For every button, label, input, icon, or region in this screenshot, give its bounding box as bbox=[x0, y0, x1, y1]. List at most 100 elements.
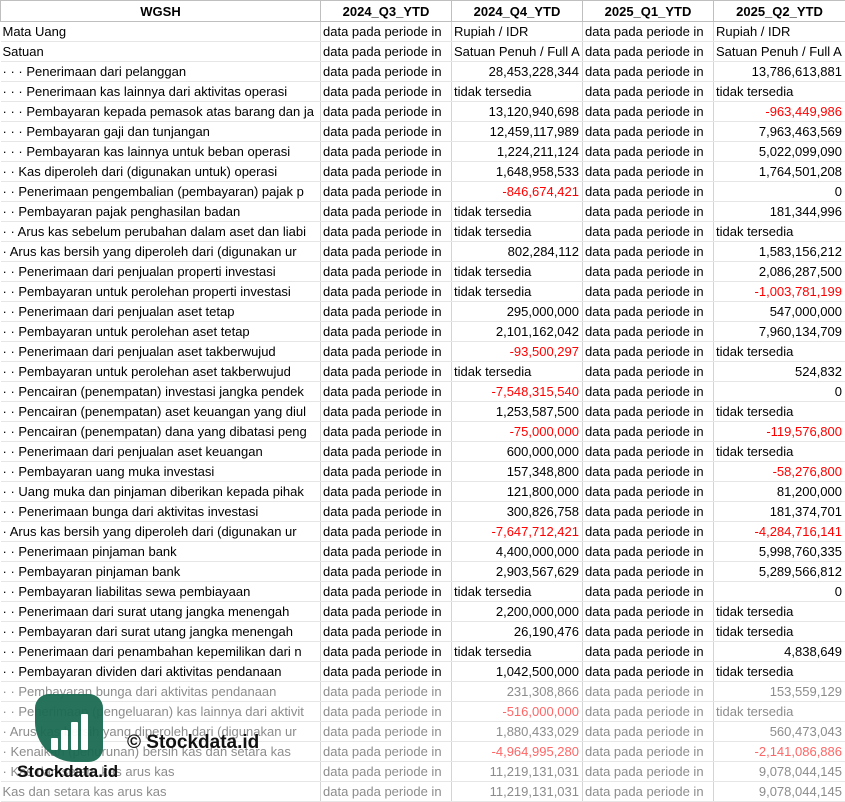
value-cell[interactable]: 2,086,287,500 bbox=[714, 262, 845, 282]
value-cell[interactable]: data pada periode in bbox=[583, 42, 714, 62]
value-cell[interactable]: data pada periode in bbox=[583, 622, 714, 642]
value-cell[interactable]: data pada periode in bbox=[583, 62, 714, 82]
value-cell[interactable]: Satuan Penuh / Full A bbox=[714, 42, 845, 62]
value-cell[interactable]: data pada periode in bbox=[321, 402, 452, 422]
value-cell[interactable]: data pada periode in bbox=[583, 642, 714, 662]
value-cell[interactable]: 9,078,044,145 bbox=[714, 782, 845, 802]
row-label-cell[interactable]: · · Pembayaran pajak penghasilan badan bbox=[1, 202, 321, 222]
value-cell[interactable]: data pada periode in bbox=[583, 542, 714, 562]
value-cell[interactable]: tidak tersedia bbox=[714, 662, 845, 682]
row-label-cell[interactable]: · · Penerimaan dari penjualan aset takbe… bbox=[1, 342, 321, 362]
value-cell[interactable]: data pada periode in bbox=[583, 762, 714, 782]
value-cell[interactable]: data pada periode in bbox=[583, 422, 714, 442]
value-cell[interactable]: tidak tersedia bbox=[714, 342, 845, 362]
value-cell[interactable]: data pada periode in bbox=[321, 742, 452, 762]
value-cell[interactable]: data pada periode in bbox=[583, 322, 714, 342]
row-label-cell[interactable]: · · Penerimaan bunga dari aktivitas inve… bbox=[1, 502, 321, 522]
value-cell[interactable]: data pada periode in bbox=[583, 362, 714, 382]
value-cell[interactable]: data pada periode in bbox=[321, 722, 452, 742]
value-cell[interactable]: 81,200,000 bbox=[714, 482, 845, 502]
row-label-cell[interactable]: · · · Pembayaran gaji dan tunjangan bbox=[1, 122, 321, 142]
value-cell[interactable]: tidak tersedia bbox=[452, 262, 583, 282]
value-cell[interactable]: tidak tersedia bbox=[452, 642, 583, 662]
value-cell[interactable]: data pada periode in bbox=[321, 642, 452, 662]
value-cell[interactable]: data pada periode in bbox=[321, 262, 452, 282]
value-cell[interactable]: data pada periode in bbox=[321, 122, 452, 142]
value-cell[interactable]: data pada periode in bbox=[321, 242, 452, 262]
value-cell[interactable]: data pada periode in bbox=[583, 502, 714, 522]
value-cell[interactable]: data pada periode in bbox=[321, 762, 452, 782]
row-label-cell[interactable]: · · Pencairan (penempatan) investasi jan… bbox=[1, 382, 321, 402]
value-cell[interactable]: data pada periode in bbox=[321, 682, 452, 702]
value-cell[interactable]: data pada periode in bbox=[321, 782, 452, 802]
value-cell[interactable]: tidak tersedia bbox=[714, 602, 845, 622]
value-cell[interactable]: 5,998,760,335 bbox=[714, 542, 845, 562]
value-cell[interactable]: Rupiah / IDR bbox=[714, 22, 845, 42]
value-cell[interactable]: data pada periode in bbox=[583, 442, 714, 462]
value-cell[interactable]: data pada periode in bbox=[321, 562, 452, 582]
value-cell[interactable]: Rupiah / IDR bbox=[452, 22, 583, 42]
value-cell[interactable]: data pada periode in bbox=[583, 262, 714, 282]
value-cell[interactable]: tidak tersedia bbox=[452, 222, 583, 242]
value-cell[interactable]: tidak tersedia bbox=[452, 202, 583, 222]
row-label-cell[interactable]: · Kas dan setara kas arus kas bbox=[1, 762, 321, 782]
value-cell[interactable]: data pada periode in bbox=[583, 102, 714, 122]
value-cell[interactable]: 9,078,044,145 bbox=[714, 762, 845, 782]
value-cell[interactable]: tidak tersedia bbox=[452, 582, 583, 602]
value-cell[interactable]: data pada periode in bbox=[583, 702, 714, 722]
row-label-cell[interactable]: · · Pembayaran liabilitas sewa pembiayaa… bbox=[1, 582, 321, 602]
row-label-cell[interactable]: · · Pembayaran untuk perolehan properti … bbox=[1, 282, 321, 302]
row-label-cell[interactable]: · · Pembayaran pinjaman bank bbox=[1, 562, 321, 582]
value-cell[interactable]: 4,400,000,000 bbox=[452, 542, 583, 562]
value-cell[interactable]: 0 bbox=[714, 182, 845, 202]
value-cell[interactable]: data pada periode in bbox=[321, 382, 452, 402]
value-cell[interactable]: data pada periode in bbox=[321, 582, 452, 602]
value-cell[interactable]: 181,344,996 bbox=[714, 202, 845, 222]
value-cell[interactable]: 1,224,211,124 bbox=[452, 142, 583, 162]
value-cell[interactable]: data pada periode in bbox=[321, 62, 452, 82]
value-cell[interactable]: data pada periode in bbox=[583, 482, 714, 502]
value-cell[interactable]: data pada periode in bbox=[583, 582, 714, 602]
row-label-cell[interactable]: · · Uang muka dan pinjaman diberikan kep… bbox=[1, 482, 321, 502]
value-cell[interactable]: data pada periode in bbox=[583, 282, 714, 302]
value-cell[interactable]: 1,648,958,533 bbox=[452, 162, 583, 182]
value-cell[interactable]: -119,576,800 bbox=[714, 422, 845, 442]
value-cell[interactable]: 121,800,000 bbox=[452, 482, 583, 502]
row-label-cell[interactable]: · · Penerimaan (pengeluaran) kas lainnya… bbox=[1, 702, 321, 722]
row-label-cell[interactable]: · · Pembayaran dari surat utang jangka m… bbox=[1, 622, 321, 642]
value-cell[interactable]: data pada periode in bbox=[321, 502, 452, 522]
value-cell[interactable]: 12,459,117,989 bbox=[452, 122, 583, 142]
value-cell[interactable]: -4,284,716,141 bbox=[714, 522, 845, 542]
value-cell[interactable]: data pada periode in bbox=[583, 742, 714, 762]
value-cell[interactable]: data pada periode in bbox=[583, 242, 714, 262]
row-label-cell[interactable]: · · Penerimaan dari penjualan properti i… bbox=[1, 262, 321, 282]
row-label-cell[interactable]: · · Arus kas sebelum perubahan dalam ase… bbox=[1, 222, 321, 242]
value-cell[interactable]: data pada periode in bbox=[321, 102, 452, 122]
row-label-cell[interactable]: · · Pencairan (penempatan) dana yang dib… bbox=[1, 422, 321, 442]
row-label-cell[interactable]: · · · Pembayaran kepada pemasok atas bar… bbox=[1, 102, 321, 122]
value-cell[interactable]: 26,190,476 bbox=[452, 622, 583, 642]
value-cell[interactable]: 1,253,587,500 bbox=[452, 402, 583, 422]
value-cell[interactable]: data pada periode in bbox=[583, 782, 714, 802]
value-cell[interactable]: 2,200,000,000 bbox=[452, 602, 583, 622]
value-cell[interactable]: -963,449,986 bbox=[714, 102, 845, 122]
row-label-cell[interactable]: · · Penerimaan dari surat utang jangka m… bbox=[1, 602, 321, 622]
value-cell[interactable]: data pada periode in bbox=[583, 682, 714, 702]
value-cell[interactable]: data pada periode in bbox=[321, 442, 452, 462]
value-cell[interactable]: -58,276,800 bbox=[714, 462, 845, 482]
value-cell[interactable]: data pada periode in bbox=[321, 602, 452, 622]
value-cell[interactable]: data pada periode in bbox=[321, 302, 452, 322]
value-cell[interactable]: 600,000,000 bbox=[452, 442, 583, 462]
value-cell[interactable]: 524,832 bbox=[714, 362, 845, 382]
value-cell[interactable]: data pada periode in bbox=[321, 322, 452, 342]
value-cell[interactable]: 1,880,433,029 bbox=[452, 722, 583, 742]
header-cell-2024-q3[interactable]: 2024_Q3_YTD bbox=[321, 1, 452, 22]
value-cell[interactable]: data pada periode in bbox=[321, 462, 452, 482]
value-cell[interactable]: 1,764,501,208 bbox=[714, 162, 845, 182]
header-cell-2025-q2[interactable]: 2025_Q2_YTD bbox=[714, 1, 845, 22]
value-cell[interactable]: data pada periode in bbox=[583, 602, 714, 622]
row-label-cell[interactable]: · · Penerimaan pengembalian (pembayaran)… bbox=[1, 182, 321, 202]
value-cell[interactable]: data pada periode in bbox=[321, 142, 452, 162]
value-cell[interactable]: -2,141,086,886 bbox=[714, 742, 845, 762]
value-cell[interactable]: data pada periode in bbox=[583, 142, 714, 162]
